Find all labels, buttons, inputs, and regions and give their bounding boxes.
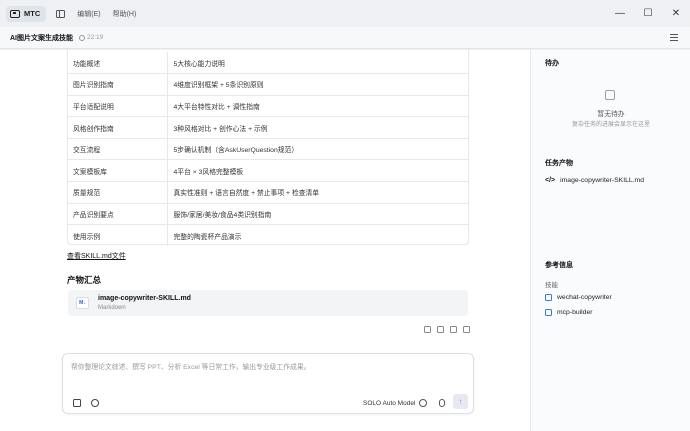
close-button[interactable]: ✕	[662, 8, 690, 19]
microphone-icon[interactable]	[439, 399, 445, 407]
composer-placeholder[interactable]: 帮你整理论文综述、撰写 PPT、分析 Excel 等日常工作，输出专业级工作成果…	[71, 361, 310, 371]
table-cell-value: 5大核心能力说明	[173, 60, 225, 68]
artifact-file-card[interactable]: M↓ image-copywriter-SKILL.md Markdown	[68, 290, 468, 316]
conversation-header: AI图片文案生成技能 22:19	[0, 27, 690, 49]
app-name: MTC	[24, 9, 41, 18]
menu-help[interactable]: 帮助(H)	[113, 9, 137, 19]
empty-todo-subtitle: 复杂任务的进展会显示在这里	[571, 122, 650, 128]
artifact-file-type: Markdown	[98, 305, 126, 311]
markdown-icon: M↓	[76, 297, 89, 309]
table-cell-value: 4维度识别框架 + 5条识别原则	[167, 73, 469, 96]
table-row: 平台适配说明 4大平台特性对比 + 调性指南	[67, 94, 469, 117]
model-selector[interactable]: SOLO Auto Model	[363, 400, 415, 407]
table-row: 功能概述 5大核心能力说明	[67, 52, 469, 74]
skill-spec-table: 功能概述 5大核心能力说明 图片识别指南 4维度识别框架 + 5条识别原则 平台适配说明…	[67, 52, 469, 247]
chat-main: 功能概述 5大核心能力说明 图片识别指南 4维度识别框架 + 5条识别原则 平台适配说明…	[0, 50, 530, 431]
empty-todo-title: 暂无待办	[597, 111, 625, 118]
sidebar-artifact-item[interactable]: </> image-copywriter-SKILL.md	[545, 177, 644, 184]
table-cell-key: 产品识别要点	[67, 202, 168, 225]
window-controls: — ☐ ✕	[606, 0, 690, 27]
sidebar-toggle-icon[interactable]	[56, 9, 66, 18]
app-logo-icon	[10, 9, 20, 18]
todo-heading: 待办	[545, 60, 559, 67]
message-composer[interactable]: 帮你整理论文综述、撰写 PPT、分析 Excel 等日常工作，输出专业级工作成果…	[62, 353, 474, 414]
app-switcher[interactable]: MTC	[6, 5, 47, 22]
sidebar-artifact-name: image-copywriter-SKILL.md	[560, 177, 644, 184]
table-cell-value: 5步确认机制（含AskUserQuestion规范）	[167, 137, 469, 160]
table-cell-key: 平台适配说明	[67, 94, 168, 117]
message-actions	[424, 326, 470, 333]
artifacts-heading: 产物汇总	[67, 275, 102, 285]
table-row: 交互流程 5步确认机制（含AskUserQuestion规范）	[67, 137, 469, 160]
thumbs-up-icon[interactable]	[424, 326, 431, 333]
maximize-button[interactable]: ☐	[634, 8, 662, 19]
paperclip-icon[interactable]	[91, 399, 99, 407]
chat-mode-icon[interactable]	[419, 399, 427, 407]
reference-heading: 参考信息	[545, 262, 573, 269]
code-icon: </>	[545, 177, 556, 184]
skill-item-mcp-builder[interactable]: mcp-builder	[545, 309, 593, 316]
table-row: 文案模板库 4平台 × 3风格完整模板	[67, 159, 469, 182]
table-cell-key: 文案模板库	[67, 159, 168, 182]
skill-name: wechat-copywriter	[557, 294, 612, 301]
table-cell-value: 4平台 × 3风格完整模板	[167, 159, 469, 182]
table-cell-key: 功能概述	[67, 52, 168, 74]
table-cell-value: 3种风格对比 + 创作心法 + 示例	[167, 116, 469, 139]
skill-item-wechat-copywriter[interactable]: wechat-copywriter	[545, 294, 612, 301]
copy-icon[interactable]	[450, 326, 457, 333]
thumbs-down-icon[interactable]	[437, 326, 444, 333]
title-bar: MTC 编辑(E) 帮助(H) — ☐ ✕	[0, 0, 690, 27]
table-cell-key: 图片识别指南	[67, 73, 168, 96]
table-row: 图片识别指南 4维度识别框架 + 5条识别原则	[67, 73, 469, 96]
table-cell-key: 使用示例	[67, 224, 168, 247]
view-skill-file-link[interactable]: 查看SKILL.md文件	[67, 251, 126, 261]
table-cell-key: 交互流程	[67, 137, 168, 160]
table-cell-value: 4大平台特性对比 + 调性指南	[167, 94, 469, 117]
table-row: 产品识别要点 服饰/家居/美妆/食品4类识别指南	[67, 202, 469, 225]
table-row: 使用示例 完整的陶瓷杯产品演示	[67, 224, 469, 247]
artifact-file-name: image-copywriter-SKILL.md	[98, 295, 191, 302]
conversation-title: AI图片文案生成技能	[10, 34, 73, 42]
minimize-button[interactable]: —	[606, 8, 634, 19]
menu-edit[interactable]: 编辑(E)	[77, 9, 100, 19]
skill-name: mcp-builder	[557, 309, 593, 316]
skills-label: 技能	[545, 282, 558, 289]
send-button[interactable]: ↑	[453, 394, 468, 409]
attach-template-icon[interactable]	[73, 399, 81, 407]
regenerate-icon[interactable]	[463, 326, 470, 333]
skill-book-icon	[545, 294, 552, 301]
table-row: 风格创作指南 3种风格对比 + 创作心法 + 示例	[67, 116, 469, 139]
empty-todo-icon	[605, 90, 615, 100]
artifacts-sidebar-heading: 任务产物	[545, 160, 573, 167]
task-sidebar: 待办 暂无待办 复杂任务的进展会显示在这里 任务产物 </> image-cop…	[530, 50, 690, 431]
table-cell-value: 服饰/家居/美妆/食品4类识别指南	[167, 202, 469, 225]
table-cell-value: 真实性准则 + 语言自然度 + 禁止事项 + 检查清单	[167, 181, 469, 204]
panel-toggle-icon[interactable]	[670, 34, 678, 41]
table-cell-key: 质量规范	[67, 181, 168, 204]
timestamp: 22:19	[79, 34, 103, 41]
table-row: 质量规范 真实性准则 + 语言自然度 + 禁止事项 + 检查清单	[67, 181, 469, 204]
clock-icon	[79, 34, 85, 41]
table-cell-key: 风格创作指南	[67, 116, 168, 139]
table-cell-value: 完整的陶瓷杯产品演示	[167, 224, 469, 247]
skill-book-icon	[545, 309, 552, 316]
timestamp-text: 22:19	[87, 34, 104, 41]
